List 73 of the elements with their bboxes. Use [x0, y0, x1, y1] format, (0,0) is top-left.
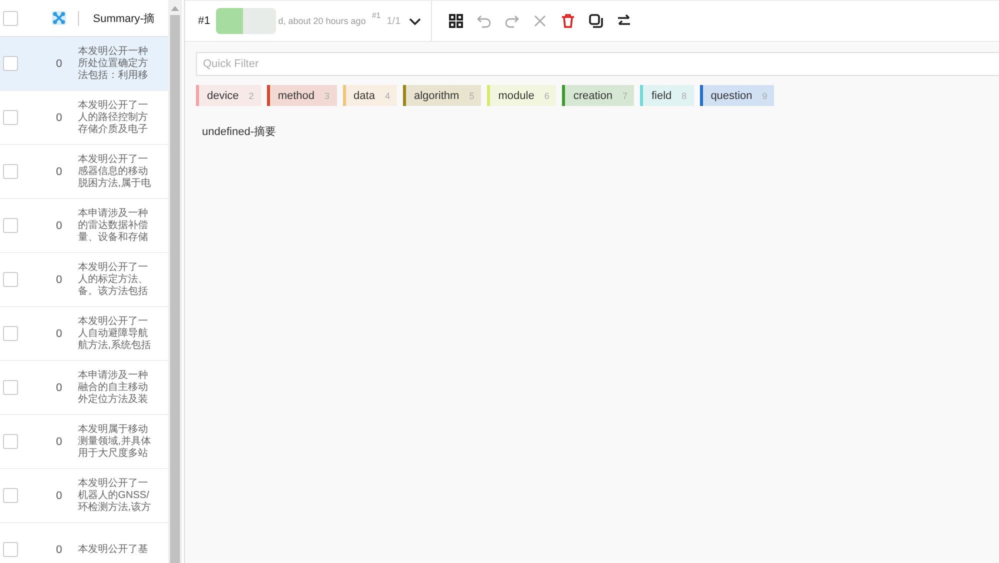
- count-cell-text: 0: [54, 58, 64, 70]
- hotkey-number: 7: [622, 90, 628, 100]
- grid-icon: [448, 13, 464, 29]
- grid-cross-icon[interactable]: [51, 10, 67, 26]
- label-tag[interactable]: algorithm 5: [402, 85, 482, 106]
- hotkey-number: 3: [324, 90, 330, 100]
- scrollbar-thumb[interactable]: [170, 15, 180, 563]
- row-checkbox[interactable]: [3, 272, 18, 287]
- annotation-time: d, about 20 hours ago: [278, 16, 366, 26]
- label-tag[interactable]: method 3: [266, 85, 337, 106]
- scrollbar[interactable]: [168, 0, 182, 563]
- row-checkbox[interactable]: [3, 434, 18, 449]
- summary-text: 本发明公开了一 人的标定方法、 备。该方法包括: [78, 262, 149, 298]
- label-name: question: [710, 90, 752, 102]
- close-icon: [532, 13, 548, 29]
- label-name: method: [278, 90, 315, 102]
- row-checkbox[interactable]: [3, 164, 18, 179]
- count-cell-text: 0: [54, 544, 64, 556]
- count-cell-text: 0: [54, 166, 64, 178]
- row-checkbox[interactable]: [3, 380, 18, 395]
- select-all-checkbox[interactable]: [3, 10, 18, 26]
- row-checkbox[interactable]: [3, 56, 18, 71]
- avatar-placeholder: [216, 8, 276, 34]
- hotkey-number: 4: [384, 90, 390, 100]
- label-tag[interactable]: question 9: [700, 85, 774, 106]
- task-id: #1: [198, 15, 210, 27]
- count-cell-text: 0: [54, 436, 64, 448]
- hotkey-number: 5: [469, 90, 474, 100]
- label-name: data: [354, 90, 375, 102]
- row-checkbox[interactable]: [3, 110, 18, 125]
- summary-text: 本发明公开了一 感器信息的移动 脱困方法,属于电: [78, 154, 152, 190]
- label-tag[interactable]: device 2: [196, 85, 261, 106]
- pager-text: 1/1: [386, 16, 401, 26]
- row-checkbox[interactable]: [3, 218, 18, 233]
- summary-text: 本发明公开了一 人的路径控制方 存储介质及电子: [78, 100, 149, 136]
- copy-icon: [588, 13, 604, 29]
- count-cell-text: 0: [54, 220, 64, 232]
- summary-text: 本发明属于移动 测量领域,并具体 用于大尺度多站: [78, 424, 152, 460]
- label-tag[interactable]: data 4: [342, 85, 397, 106]
- row-checkbox[interactable]: [3, 488, 18, 503]
- label-tag[interactable]: module 6: [487, 85, 556, 106]
- summary-text: 本申请涉及一种 的雷达数据补偿 量、设备和存储: [78, 208, 149, 244]
- undo-icon: [476, 13, 492, 29]
- label-name: device: [207, 90, 239, 102]
- hotkey-number: 2: [248, 90, 254, 100]
- summary-text: 本发明公开了一 人自动避障导航 航方法,系统包括: [78, 316, 152, 352]
- label-tag[interactable]: creation 7: [562, 85, 634, 106]
- hotkey-number: 6: [544, 90, 550, 100]
- count-cell-text: 0: [54, 490, 64, 502]
- summary-text: 本发明公开了一 机器人的GNSS/ 环检测方法,该方: [78, 478, 152, 514]
- summary-text: 本发明公开一种 所处位置确定方 法包括：利用移: [78, 46, 149, 82]
- hotkey-number: 8: [682, 90, 687, 100]
- content-text: undefined-摘要: [202, 124, 277, 139]
- row-checkbox[interactable]: [3, 326, 18, 341]
- annotation-id: #1: [372, 11, 381, 20]
- row-checkbox[interactable]: [3, 542, 18, 557]
- label-name: algorithm: [414, 90, 460, 102]
- redo-icon: [504, 13, 520, 29]
- summary-text: 本发明公开了基: [78, 544, 149, 556]
- label-name: field: [651, 90, 672, 102]
- label-tag[interactable]: field 8: [640, 85, 694, 106]
- quick-filter-field[interactable]: Quick Filter: [196, 52, 999, 76]
- summary-text: 本申请涉及一种 融合的自主移动 外定位方法及装: [78, 370, 149, 406]
- scroll-up-icon[interactable]: [171, 5, 179, 11]
- count-cell-text: 0: [54, 112, 64, 124]
- label-name: module: [498, 90, 534, 102]
- count-cell-text: 0: [54, 382, 64, 394]
- trash-icon: [560, 13, 576, 29]
- task-row[interactable]: 0 本发明公开一种 所处位置确定方 法包括：利用移: [0, 37, 168, 91]
- label-name: creation: [573, 90, 612, 102]
- count-cell-text: 0: [54, 274, 64, 286]
- count-cell-text: 0: [54, 328, 64, 340]
- hotkey-number: 9: [762, 90, 768, 100]
